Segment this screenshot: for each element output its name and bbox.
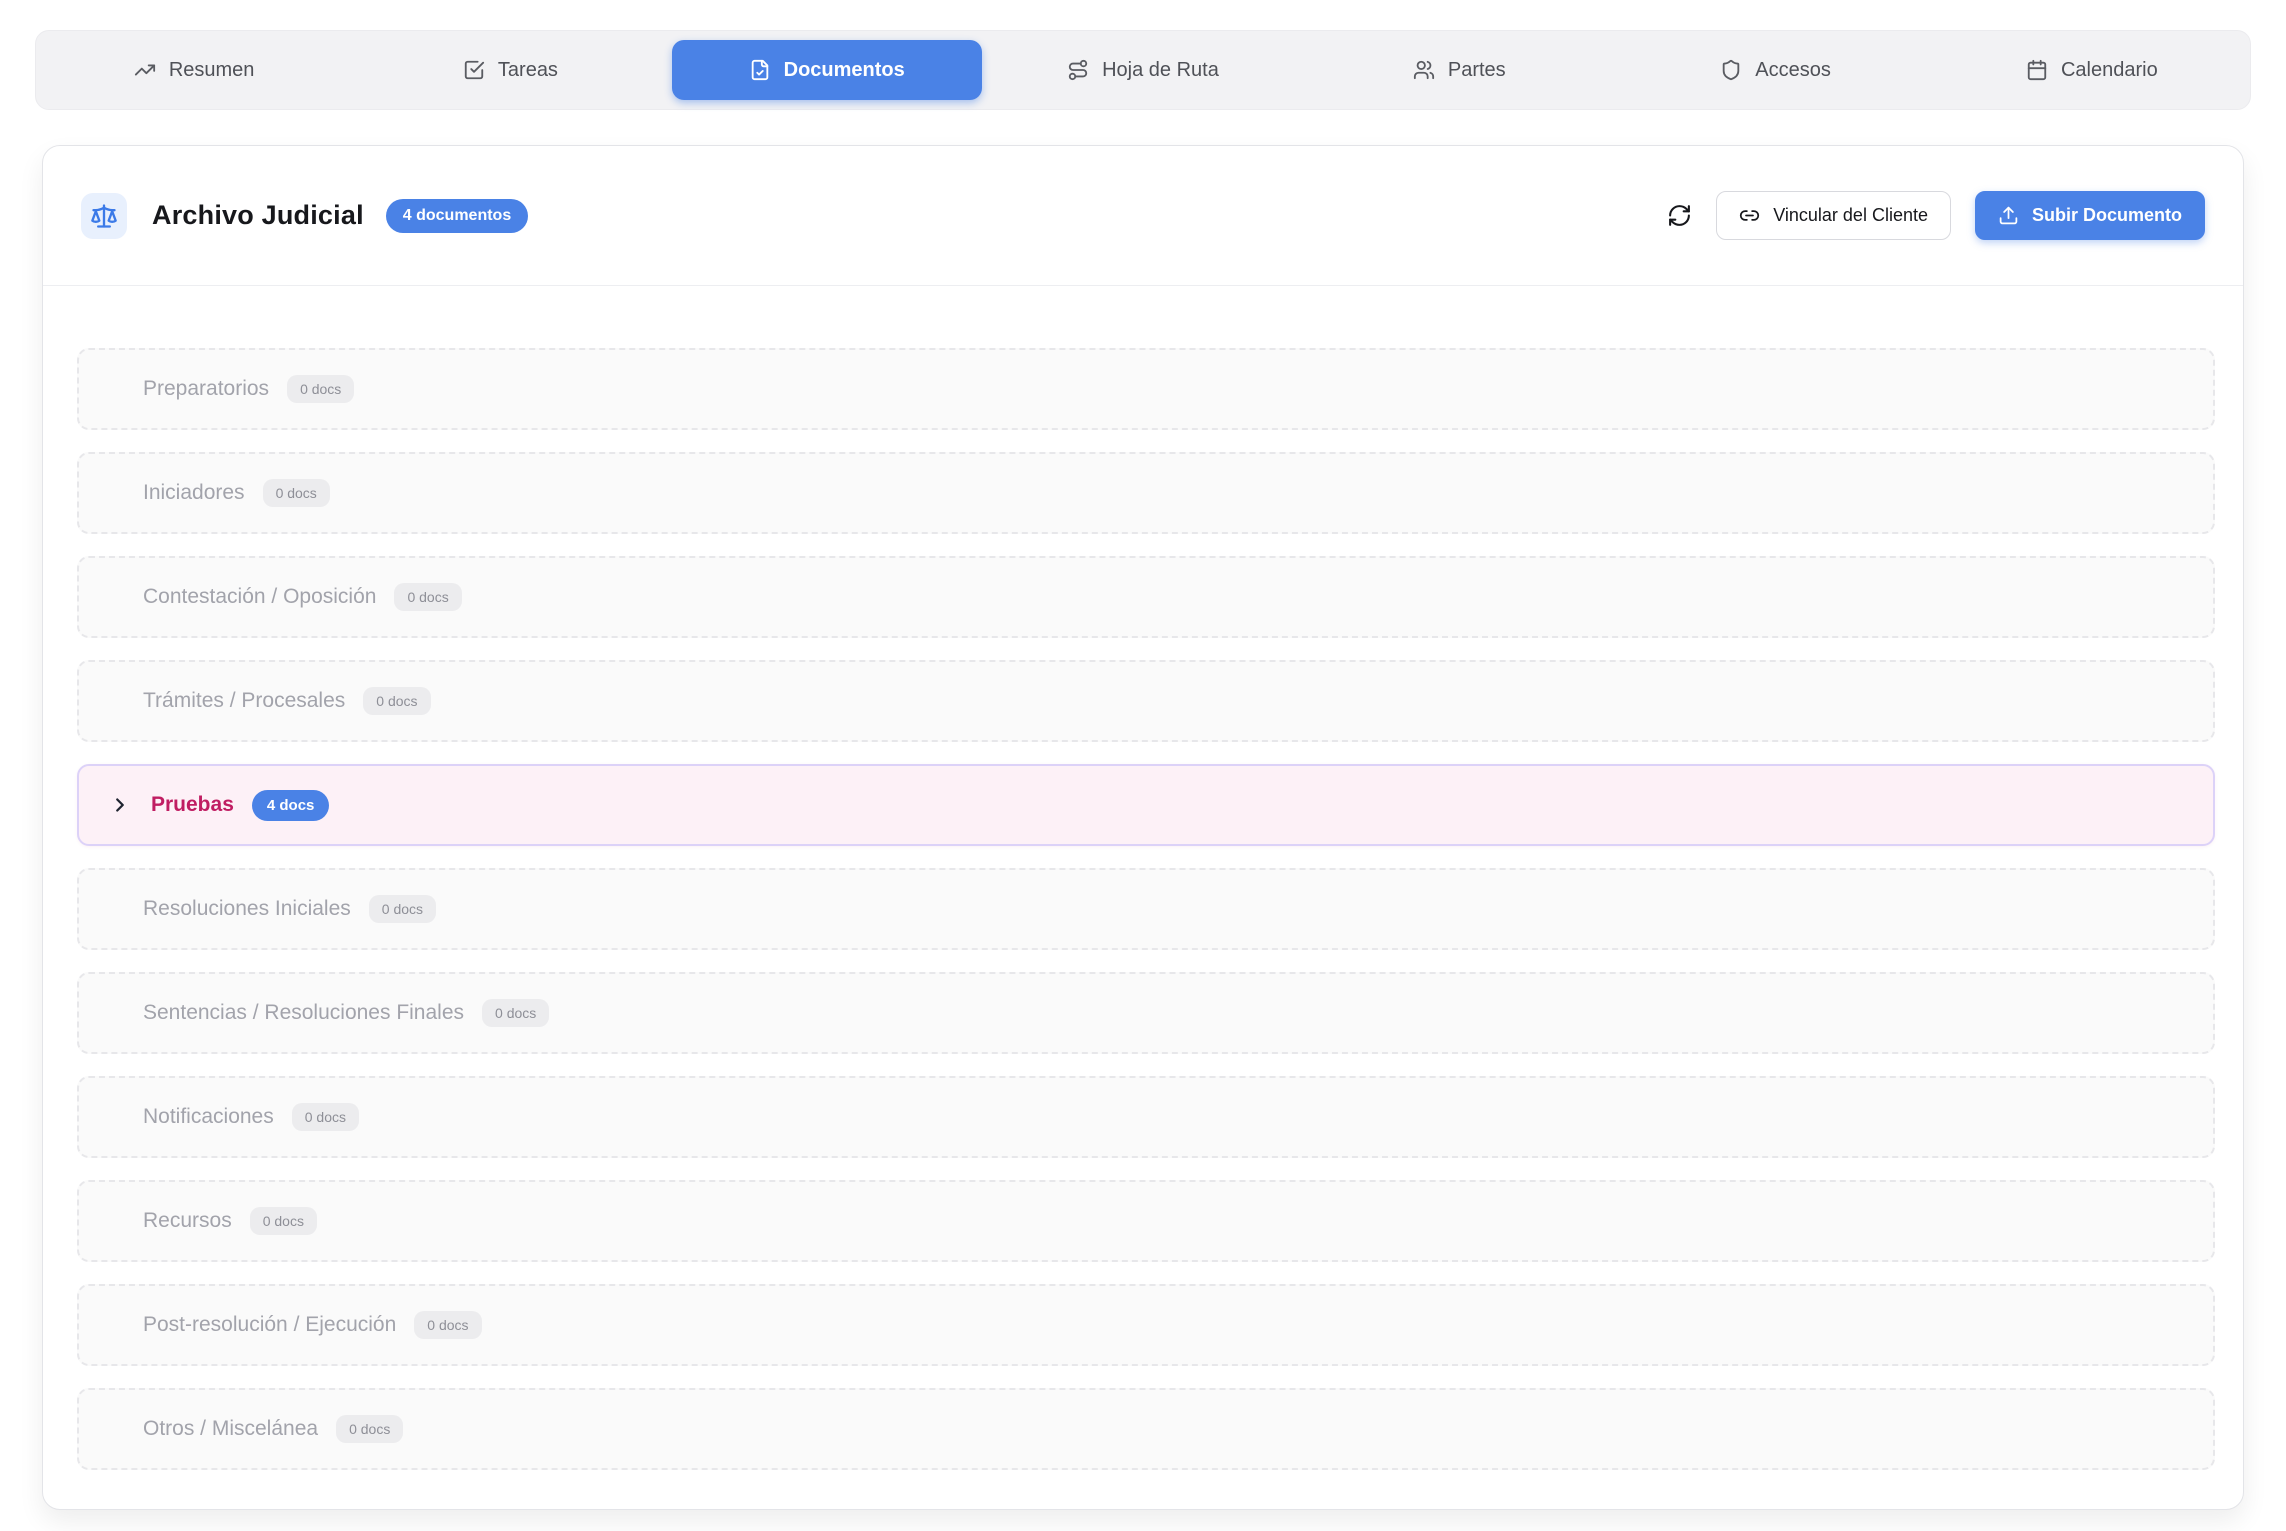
- category-name: Post-resolución / Ejecución: [143, 1313, 396, 1337]
- tab-accesos[interactable]: Accesos: [1617, 31, 1933, 109]
- document-count-badge: 4 documentos: [386, 199, 528, 233]
- tab-label: Partes: [1448, 59, 1506, 82]
- category-row-contestacion-oposicion[interactable]: Contestación / Oposición 0 docs: [77, 556, 2215, 638]
- category-doc-count-badge: 0 docs: [369, 895, 436, 923]
- category-doc-count-badge: 0 docs: [250, 1207, 317, 1235]
- refresh-button[interactable]: [1667, 203, 1692, 228]
- category-row-notificaciones[interactable]: Notificaciones 0 docs: [77, 1076, 2215, 1158]
- link-client-button[interactable]: Vincular del Cliente: [1716, 191, 1951, 240]
- calendar-icon: [2026, 59, 2048, 81]
- category-doc-count-badge: 0 docs: [414, 1311, 481, 1339]
- category-doc-count-badge: 0 docs: [336, 1415, 403, 1443]
- card-header: Archivo Judicial 4 documentos Vincular d…: [43, 146, 2243, 286]
- tab-resumen[interactable]: Resumen: [36, 31, 352, 109]
- link-client-button-label: Vincular del Cliente: [1773, 205, 1928, 226]
- tab-partes[interactable]: Partes: [1301, 31, 1617, 109]
- tab-label: Tareas: [498, 59, 558, 82]
- tab-label: Calendario: [2061, 59, 2158, 82]
- tab-tareas[interactable]: Tareas: [352, 31, 668, 109]
- category-name: Contestación / Oposición: [143, 585, 376, 609]
- upload-icon: [1998, 205, 2019, 226]
- users-icon: [1413, 59, 1435, 81]
- header-actions: Vincular del Cliente Subir Documento: [1667, 191, 2205, 240]
- page-title: Archivo Judicial: [152, 200, 364, 231]
- trending-up-icon: [134, 59, 156, 81]
- category-doc-count-badge: 0 docs: [394, 583, 461, 611]
- tab-label: Resumen: [169, 59, 255, 82]
- category-row-pruebas[interactable]: Pruebas 4 docs: [77, 764, 2215, 846]
- category-name: Notificaciones: [143, 1105, 274, 1129]
- tab-hoja-de-ruta[interactable]: Hoja de Ruta: [985, 31, 1301, 109]
- tab-calendario[interactable]: Calendario: [1934, 31, 2250, 109]
- checkbox-icon: [463, 59, 485, 81]
- category-name: Recursos: [143, 1209, 232, 1233]
- category-row-sentencias-resoluciones-finales[interactable]: Sentencias / Resoluciones Finales 0 docs: [77, 972, 2215, 1054]
- link-icon: [1739, 205, 1760, 226]
- category-name: Sentencias / Resoluciones Finales: [143, 1001, 464, 1025]
- category-doc-count-badge: 0 docs: [292, 1103, 359, 1131]
- chevron-right-icon: [109, 794, 131, 816]
- category-doc-count-badge: 0 docs: [263, 479, 330, 507]
- category-name: Pruebas: [151, 793, 234, 817]
- tab-label: Accesos: [1755, 59, 1831, 82]
- category-row-recursos[interactable]: Recursos 0 docs: [77, 1180, 2215, 1262]
- category-name: Otros / Miscelánea: [143, 1417, 318, 1441]
- category-name: Resoluciones Iniciales: [143, 897, 351, 921]
- route-icon: [1067, 59, 1089, 81]
- category-doc-count-badge: 0 docs: [482, 999, 549, 1027]
- refresh-icon: [1667, 203, 1692, 228]
- category-row-post-resolucion-ejecucion[interactable]: Post-resolución / Ejecución 0 docs: [77, 1284, 2215, 1366]
- category-row-preparatorios[interactable]: Preparatorios 0 docs: [77, 348, 2215, 430]
- scales-icon-box: [81, 193, 127, 239]
- archivo-judicial-card: Archivo Judicial 4 documentos Vincular d…: [42, 145, 2244, 1510]
- category-doc-count-badge: 4 docs: [252, 790, 330, 821]
- category-name: Trámites / Procesales: [143, 689, 345, 713]
- category-row-otros-miscelanea[interactable]: Otros / Miscelánea 0 docs: [77, 1388, 2215, 1470]
- document-check-icon: [749, 59, 771, 81]
- case-tab-bar: Resumen Tareas Documentos Hoja de Ruta P…: [35, 30, 2251, 110]
- tab-label: Documentos: [784, 59, 905, 82]
- shield-icon: [1720, 59, 1742, 81]
- upload-document-button[interactable]: Subir Documento: [1975, 191, 2205, 240]
- scales-of-justice-icon: [90, 202, 118, 230]
- tab-documentos[interactable]: Documentos: [672, 40, 982, 100]
- upload-document-button-label: Subir Documento: [2032, 205, 2182, 226]
- category-row-resoluciones-iniciales[interactable]: Resoluciones Iniciales 0 docs: [77, 868, 2215, 950]
- category-list: Preparatorios 0 docs Iniciadores 0 docs …: [43, 286, 2243, 1470]
- tab-label: Hoja de Ruta: [1102, 59, 1219, 82]
- category-doc-count-badge: 0 docs: [363, 687, 430, 715]
- category-name: Preparatorios: [143, 377, 269, 401]
- category-row-tramites-procesales[interactable]: Trámites / Procesales 0 docs: [77, 660, 2215, 742]
- category-row-iniciadores[interactable]: Iniciadores 0 docs: [77, 452, 2215, 534]
- category-name: Iniciadores: [143, 481, 245, 505]
- category-doc-count-badge: 0 docs: [287, 375, 354, 403]
